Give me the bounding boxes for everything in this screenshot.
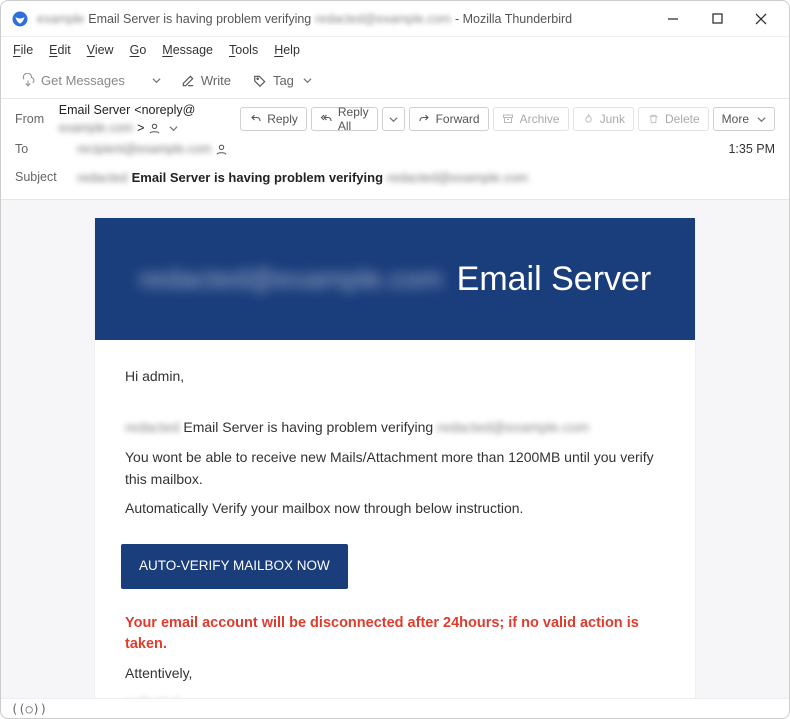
main-toolbar: Get Messages Write Tag bbox=[1, 63, 789, 99]
title-app: - Mozilla Thunderbird bbox=[455, 12, 572, 26]
subject-value: redacted Email Server is having problem … bbox=[77, 170, 528, 185]
to-value: recipient@example.com bbox=[77, 142, 228, 156]
flame-icon bbox=[582, 113, 595, 126]
menubar: File Edit View Go Message Tools Help bbox=[1, 37, 789, 63]
reply-icon bbox=[249, 113, 262, 126]
menu-view[interactable]: View bbox=[87, 43, 114, 57]
menu-tools[interactable]: Tools bbox=[229, 43, 258, 57]
greeting: Hi admin, bbox=[125, 366, 665, 388]
reply-all-button[interactable]: Reply All bbox=[311, 107, 378, 131]
title-suffix-blur: redacted@example.com bbox=[315, 12, 451, 26]
from-dropdown[interactable] bbox=[165, 124, 182, 133]
reply-all-label: Reply All bbox=[338, 105, 369, 133]
thunderbird-icon bbox=[11, 10, 29, 28]
line3: Automatically Verify your mailbox now th… bbox=[125, 498, 665, 520]
menu-message[interactable]: Message bbox=[162, 43, 213, 57]
auto-verify-button[interactable]: AUTO-VERIFY MAILBOX NOW bbox=[121, 544, 348, 589]
banner-blur: redacted@example.com bbox=[139, 263, 443, 295]
message-headers: From Email Server <noreply@example.com> … bbox=[1, 99, 789, 200]
minimize-button[interactable] bbox=[651, 4, 695, 34]
from-addr-close: > bbox=[137, 121, 144, 135]
connection-indicator-icon[interactable]: ((○)) bbox=[11, 702, 47, 716]
window-titlebar: example Email Server is having problem v… bbox=[1, 1, 789, 37]
from-addr-blur: example.com bbox=[59, 121, 133, 135]
contact-icon[interactable] bbox=[148, 122, 161, 135]
trash-icon bbox=[647, 113, 660, 126]
tag-icon bbox=[253, 74, 267, 88]
email-content: redacted@example.com Email Server Hi adm… bbox=[95, 218, 695, 699]
write-label: Write bbox=[201, 73, 231, 88]
get-messages-label: Get Messages bbox=[41, 73, 125, 88]
delete-label: Delete bbox=[665, 112, 700, 126]
line1-text: Email Server is having problem verifying bbox=[179, 419, 437, 435]
from-row: From Email Server <noreply@example.com> … bbox=[15, 103, 775, 135]
from-name: Email Server bbox=[59, 103, 131, 117]
subject-label: Subject bbox=[15, 170, 67, 184]
line1-blur1: redacted bbox=[125, 419, 179, 435]
more-button[interactable]: More bbox=[713, 107, 775, 131]
menu-file[interactable]: File bbox=[13, 43, 33, 57]
write-button[interactable]: Write bbox=[173, 68, 239, 94]
reply-all-icon bbox=[320, 113, 333, 126]
subject-suffix-blur: redacted@example.com bbox=[387, 170, 528, 185]
delete-button[interactable]: Delete bbox=[638, 107, 709, 131]
junk-label: Junk bbox=[600, 112, 625, 126]
email-banner: redacted@example.com Email Server bbox=[95, 218, 695, 340]
email-body: Hi admin, redacted Email Server is havin… bbox=[95, 340, 695, 699]
warning-text: Your email account will be disconnected … bbox=[125, 613, 665, 655]
message-time: 1:35 PM bbox=[728, 142, 775, 156]
maximize-button[interactable] bbox=[695, 4, 739, 34]
subject-row: Subject redacted Email Server is having … bbox=[15, 163, 775, 191]
get-messages-button[interactable]: Get Messages bbox=[13, 68, 133, 94]
junk-button[interactable]: Junk bbox=[573, 107, 634, 131]
tag-label: Tag bbox=[273, 73, 294, 88]
signoff-1: Attentively, bbox=[125, 663, 665, 685]
from-label: From bbox=[15, 112, 49, 126]
forward-label: Forward bbox=[436, 112, 480, 126]
message-actions: Reply Reply All Forward Archive Junk bbox=[240, 107, 775, 131]
from-value: Email Server <noreply@example.com > bbox=[59, 103, 230, 135]
subject-prefix-blur: redacted bbox=[77, 170, 128, 185]
message-body-area: redacted@example.com Email Server Hi adm… bbox=[1, 200, 789, 699]
pencil-icon bbox=[181, 74, 195, 88]
line1: redacted Email Server is having problem … bbox=[125, 417, 665, 439]
title-prefix-blur: example bbox=[37, 12, 84, 26]
to-value-blur: recipient@example.com bbox=[77, 142, 211, 156]
reply-label: Reply bbox=[267, 112, 298, 126]
get-messages-dropdown[interactable] bbox=[146, 76, 167, 85]
to-label: To bbox=[15, 142, 67, 156]
statusbar: ((○)) bbox=[1, 698, 789, 718]
archive-label: Archive bbox=[520, 112, 560, 126]
archive-icon bbox=[502, 113, 515, 126]
menu-go[interactable]: Go bbox=[130, 43, 147, 57]
subject-main: Email Server is having problem verifying bbox=[132, 170, 383, 185]
from-addr-open: <noreply@ bbox=[134, 103, 195, 117]
title-main: Email Server is having problem verifying bbox=[88, 12, 311, 26]
forward-button[interactable]: Forward bbox=[409, 107, 489, 131]
more-label: More bbox=[722, 112, 749, 126]
banner-title: Email Server bbox=[457, 260, 652, 299]
download-cloud-icon bbox=[21, 74, 35, 88]
to-row: To recipient@example.com 1:35 PM bbox=[15, 135, 775, 163]
window-title: example Email Server is having problem v… bbox=[37, 12, 572, 26]
forward-icon bbox=[418, 113, 431, 126]
contact-icon[interactable] bbox=[215, 143, 228, 156]
archive-button[interactable]: Archive bbox=[493, 107, 569, 131]
line2: You wont be able to receive new Mails/At… bbox=[125, 447, 665, 490]
window-controls bbox=[651, 4, 783, 34]
tag-button[interactable]: Tag bbox=[245, 68, 320, 94]
line1-blur2: redacted@example.com bbox=[437, 419, 589, 435]
reply-button[interactable]: Reply bbox=[240, 107, 307, 131]
reply-dropdown[interactable] bbox=[382, 107, 405, 131]
menu-edit[interactable]: Edit bbox=[49, 43, 71, 57]
menu-help[interactable]: Help bbox=[274, 43, 300, 57]
close-button[interactable] bbox=[739, 4, 783, 34]
